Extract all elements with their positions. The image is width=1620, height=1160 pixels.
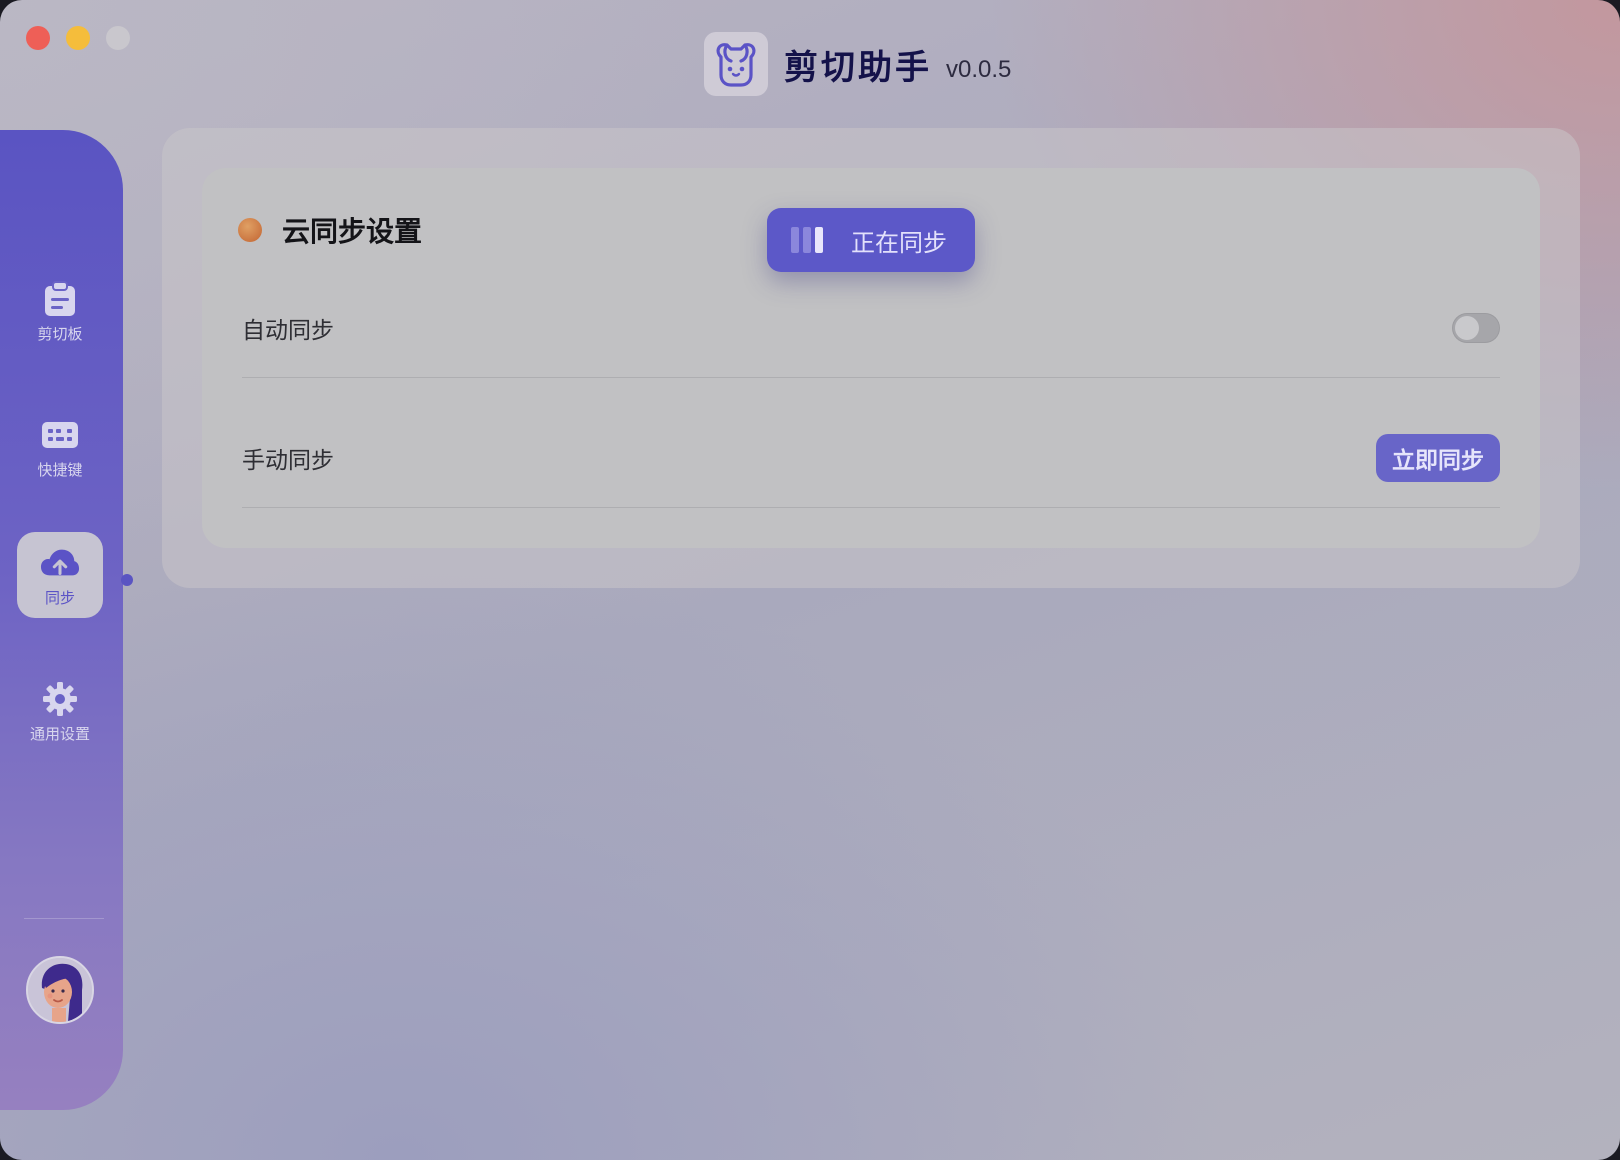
app-window: 剪切助手 v0.0.5 剪切板 快捷键 同步 通用设置 云同步设置 正在同步 自… (0, 0, 1620, 1160)
sync-settings-card: 云同步设置 正在同步 自动同步 手动同步 立即同步 (202, 168, 1540, 548)
card-title: 云同步设置 (282, 215, 423, 248)
syncing-label: 正在同步 (851, 228, 947, 257)
app-title: 剪切助手 (784, 47, 932, 88)
sidebar-item-label: 快捷键 (37, 460, 83, 479)
keyboard-icon (40, 415, 80, 455)
sidebar-item-label: 同步 (44, 588, 75, 607)
window-minimize-button[interactable] (66, 26, 90, 50)
toggle-knob (1455, 316, 1479, 340)
row-divider (242, 507, 1500, 508)
syncing-bars-icon (791, 227, 823, 253)
clipboard-icon (40, 279, 80, 319)
window-controls (26, 26, 130, 50)
auto-sync-toggle[interactable] (1452, 313, 1500, 343)
sidebar-item-clipboard[interactable]: 剪切板 (17, 268, 103, 354)
sync-now-button[interactable]: 立即同步 (1376, 434, 1500, 482)
row-divider (242, 377, 1500, 378)
card-header: 云同步设置 (238, 210, 422, 250)
sidebar-item-shortcuts[interactable]: 快捷键 (17, 404, 103, 490)
user-avatar[interactable] (26, 956, 94, 1024)
window-maximize-button[interactable] (106, 26, 130, 50)
sidebar-item-label: 剪切板 (37, 324, 83, 343)
active-indicator (121, 574, 133, 586)
sidebar-item-sync[interactable]: 同步 (17, 532, 103, 618)
gear-icon (40, 679, 80, 719)
dog-face-icon (704, 32, 768, 96)
sidebar-item-general[interactable]: 通用设置 (17, 668, 103, 754)
manual-sync-row: 手动同步 立即同步 (242, 433, 1500, 483)
auto-sync-row: 自动同步 (242, 303, 1500, 353)
syncing-status-button[interactable]: 正在同步 (767, 208, 975, 272)
sidebar: 剪切板 快捷键 同步 通用设置 (0, 130, 123, 1110)
sidebar-item-label: 通用设置 (29, 724, 90, 743)
app-header: 剪切助手 v0.0.5 (704, 32, 1011, 96)
auto-sync-label: 自动同步 (242, 318, 334, 344)
manual-sync-label: 手动同步 (242, 448, 334, 474)
sidebar-divider (24, 918, 104, 919)
window-close-button[interactable] (26, 26, 50, 50)
app-version: v0.0.5 (946, 56, 1012, 83)
cloud-upload-icon (40, 543, 80, 583)
status-dot (238, 218, 262, 242)
